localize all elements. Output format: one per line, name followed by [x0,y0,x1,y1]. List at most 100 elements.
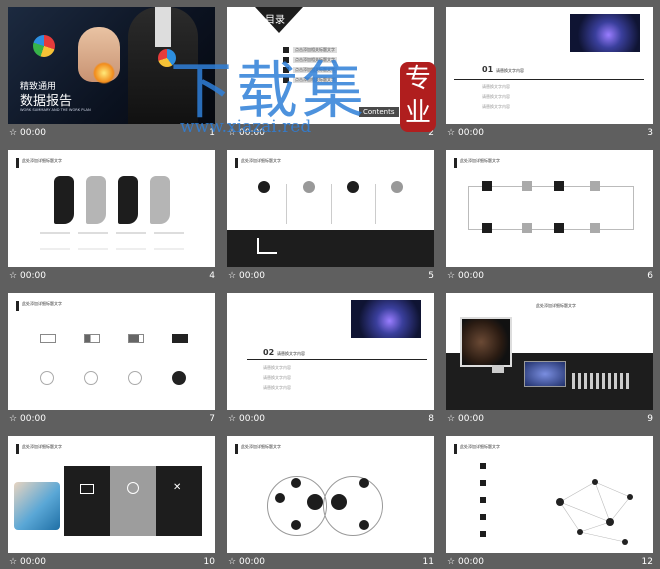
slide-6-meta: ☆ 00:00 6 [446,269,653,283]
slide-1-caption: WORK SUMMARY AND THE WORK PLAN [20,108,91,112]
person-icon [391,181,403,193]
section-title: 请替换文字内容 [277,351,305,356]
node-circle [307,494,323,510]
slide-header: 此处添加详细标题文字 [22,158,62,163]
title-bar [235,444,238,454]
bar-chart-graphic [572,373,632,389]
node-circle [331,494,347,510]
node-circle [291,478,301,488]
slide-thumbnail-6[interactable]: 此处添加详细标题文字 [446,150,653,267]
flame-icon [303,181,315,193]
star-icon[interactable]: ☆ [446,412,456,426]
slide-header: 此处添加详细标题文字 [460,444,500,449]
slide-number: 9 [647,414,653,424]
process-icon [590,223,600,233]
column-divider [286,184,287,224]
section-line: 请替换文字内容 [263,385,291,390]
process-icon [554,181,564,191]
section-divider [247,359,427,360]
node-circle [291,520,301,530]
slide-header: 此处添加详细标题文字 [536,303,576,308]
list-icon [480,463,486,469]
monitor-stand [492,365,504,373]
slide-number: 4 [209,271,215,281]
slide-thumbnail-8[interactable]: 02 请替换文字内容 请替换文字内容 请替换文字内容 请替换文字内容 [227,293,434,410]
slide-thumbnail-4[interactable]: 此处添加详细标题文字 [8,150,215,267]
slide-number: 6 [647,271,653,281]
slide-thumbnail-12[interactable]: 此处添加详细标题文字 [446,436,653,553]
battery-icon [40,334,56,343]
slide-7-meta: ☆ 00:00 7 [8,412,215,426]
slide-time: 00:00 [20,271,46,281]
slide-time: 00:00 [458,414,484,424]
pin-icon [347,181,359,193]
slide-thumbnail-11[interactable]: 此处添加详细标题文字 [227,436,434,553]
title-bar [235,158,238,168]
battery-icon [128,334,144,343]
title-bar [454,444,457,454]
slide-time: 00:00 [239,271,265,281]
network-graphic [550,462,640,548]
text-placeholder [78,232,108,250]
slide-time: 00:00 [20,414,46,424]
star-icon[interactable]: ☆ [8,126,18,140]
process-icon [554,223,564,233]
slide-header: 此处添加详细标题文字 [460,158,500,163]
slide-thumbnail-10[interactable]: 此处添加详细标题文字 ✕ [8,436,215,553]
slide-time: 00:00 [458,271,484,281]
slide-number: 3 [647,128,653,138]
slide-thumbnail-7[interactable]: 此处添加详细标题文字 [8,293,215,410]
mail-icon [80,484,94,494]
process-frame [468,186,634,230]
battery-icon [84,334,100,343]
circle-icon [84,371,98,385]
title-bar [16,301,19,311]
text-placeholder [116,232,146,250]
key-shape [150,176,170,224]
process-icon [482,223,492,233]
slide-time: 00:00 [20,128,46,138]
star-icon[interactable]: ☆ [8,412,18,426]
slide-number: 5 [428,271,434,281]
watermark-url: www.xiazai.red [180,117,312,137]
phone-icon [127,482,139,494]
slide-thumbnail-5[interactable]: 此处添加详细标题文字 [227,150,434,267]
mail-panel [64,466,110,536]
bulb-icon [258,181,270,193]
star-icon[interactable]: ☆ [227,269,237,283]
slide-number: 8 [428,414,434,424]
watermark-seal: 专业 [400,62,436,132]
white-shirt [155,7,171,47]
title-bar [16,444,19,454]
slide-time: 00:00 [239,414,265,424]
slide-4-meta: ☆ 00:00 4 [8,269,215,283]
column-divider [331,184,332,224]
section-line: 请替换文字内容 [482,104,510,109]
node-circle [359,520,369,530]
section-line: 请替换文字内容 [482,94,510,99]
phone-panel [110,466,156,536]
slide-thumbnail-3[interactable]: 01 请替换文字内容 请替换文字内容 请替换文字内容 请替换文字内容 [446,7,653,124]
network-lines [556,479,633,545]
glow-graphic [93,62,115,84]
toc-title: 目录 [265,15,285,26]
key-shape [54,176,74,224]
slide-number: 7 [209,414,215,424]
slide-time: 00:00 [458,128,484,138]
star-icon[interactable]: ☆ [446,126,456,140]
slide-9-meta: ☆ 00:00 9 [446,412,653,426]
section-line: 请替换文字内容 [482,84,510,89]
process-icon [482,181,492,191]
text-placeholder [40,232,70,250]
slide-8-meta: ☆ 00:00 8 [227,412,434,426]
star-icon[interactable]: ☆ [227,412,237,426]
slide-thumbnail-9[interactable]: 此处添加详细标题文字 [446,293,653,410]
star-icon[interactable]: ☆ [8,269,18,283]
list-icon [480,497,486,503]
slide-3-meta: ☆ 00:00 3 [446,126,653,140]
circle-icon [128,371,142,385]
slide-1-subtitle: 数据报告 [20,94,73,109]
slide-header: 此处添加详细标题文字 [22,444,62,449]
star-icon[interactable]: ☆ [446,269,456,283]
list-icon [480,480,486,486]
